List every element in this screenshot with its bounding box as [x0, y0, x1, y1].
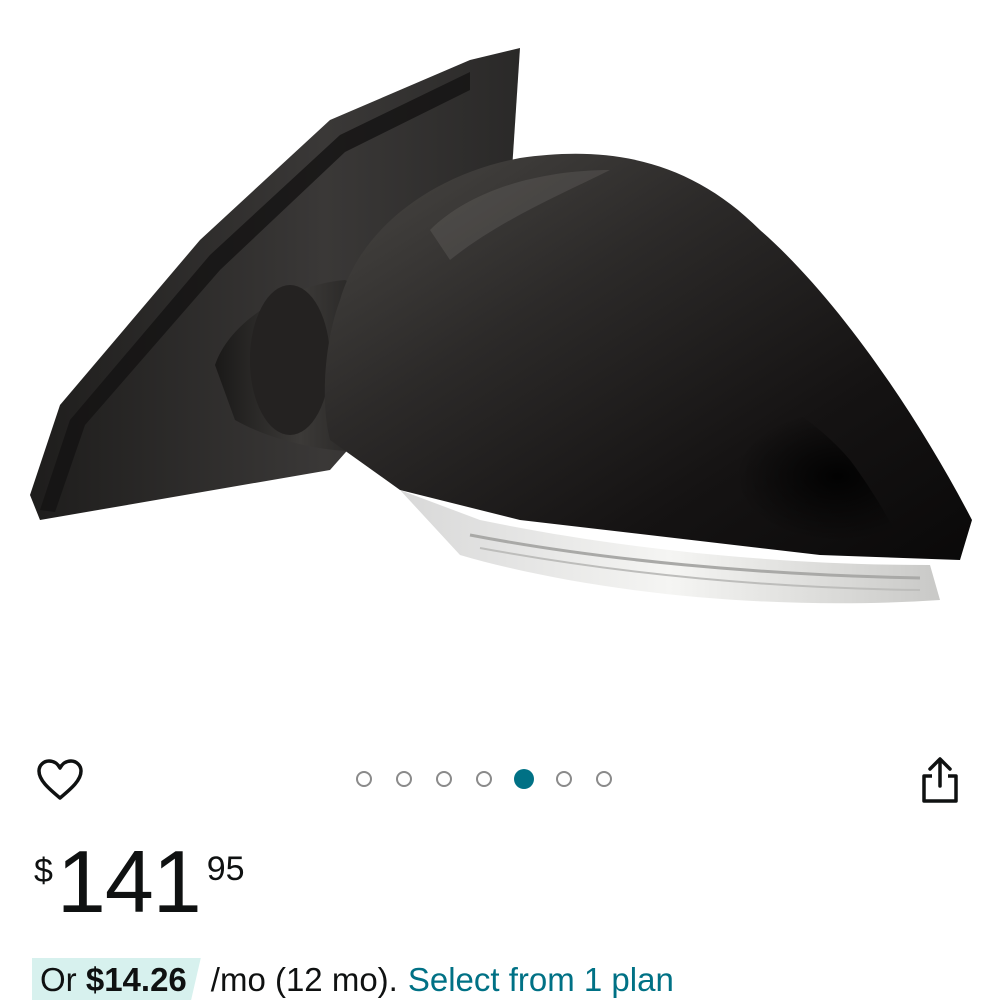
heart-icon	[37, 759, 83, 800]
installment-prefix: Or	[40, 961, 77, 998]
installment-term: /mo (12 mo).	[210, 961, 398, 998]
price-whole: 141	[56, 832, 202, 931]
installment-amount: $14.26	[85, 961, 187, 998]
carousel-dot[interactable]	[436, 771, 452, 787]
wishlist-button[interactable]	[32, 752, 88, 808]
carousel-dot[interactable]	[396, 771, 412, 787]
share-icon	[922, 757, 958, 803]
carousel-dot[interactable]	[556, 771, 572, 787]
select-plan-link[interactable]: Select from 1 plan	[408, 958, 674, 1000]
image-carousel-indicator	[356, 768, 612, 790]
carousel-dot[interactable]	[356, 771, 372, 787]
side-mirror-image	[30, 48, 973, 604]
installment-highlight: Or $14.26	[32, 958, 201, 1000]
product-price: $ 141 95	[34, 838, 245, 938]
carousel-dot-active[interactable]	[514, 769, 534, 789]
product-image[interactable]	[0, 0, 1000, 700]
share-button[interactable]	[912, 752, 968, 808]
carousel-dot[interactable]	[476, 771, 492, 787]
carousel-dot[interactable]	[596, 771, 612, 787]
installment-offer: Or $14.26 /mo (12 mo). Select from 1 pla…	[32, 958, 674, 1000]
price-fraction: 95	[206, 850, 245, 888]
product-detail-page: $ 141 95 Or $14.26 /mo (12 mo). Select f…	[0, 0, 1000, 1000]
price-currency-symbol: $	[34, 852, 53, 890]
